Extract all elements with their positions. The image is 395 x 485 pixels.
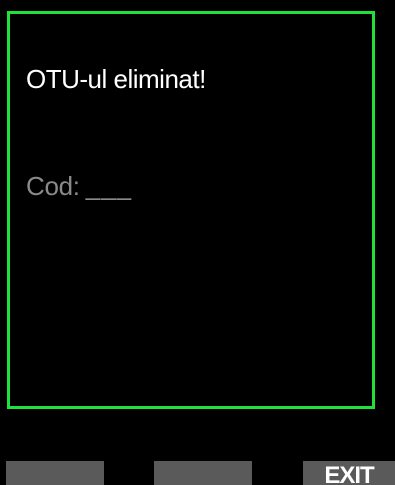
otu-cleared-message: OTU-ul eliminat! <box>26 64 206 94</box>
code-label: Cod: <box>26 171 80 201</box>
middle-softkey-button[interactable] <box>154 461 252 485</box>
otu-reset-dialog: OTU-ul eliminat! Cod: ___ <box>7 11 375 409</box>
exit-softkey-button[interactable]: EXIT <box>303 461 395 485</box>
left-softkey-button[interactable] <box>6 461 104 485</box>
dive-computer-screen: OTU-ul eliminat! Cod: ___ EXIT <box>0 0 395 485</box>
code-entry-row[interactable]: Cod: ___ <box>26 171 132 202</box>
code-input-field[interactable]: ___ <box>86 171 132 201</box>
